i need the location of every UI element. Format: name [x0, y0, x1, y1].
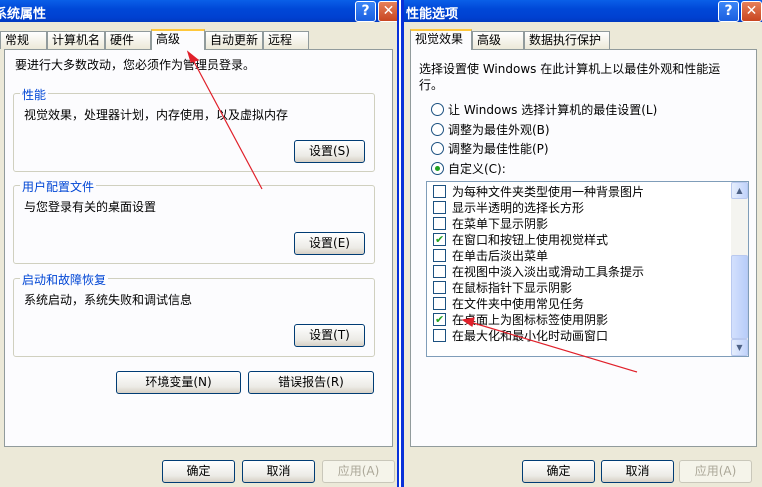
apply-button[interactable]: 应用(A): [679, 460, 752, 483]
startup-recovery-description: 系统启动，系统失败和调试信息: [24, 293, 193, 307]
list-item-label: 在最大化和最小化时动画窗口: [452, 329, 609, 343]
list-item-label: 在菜单下显示阴影: [452, 217, 549, 231]
system-properties-window: 系统属性 ? ✕ 常规 计算机名 硬件 高级 自动更新 远程 要进行大多数改动，…: [0, 0, 399, 487]
radio-best-performance[interactable]: 调整为最佳性能(P): [431, 141, 549, 157]
checkbox[interactable]: [433, 217, 446, 230]
help-button[interactable]: ?: [718, 1, 739, 22]
checkbox[interactable]: [433, 265, 446, 278]
apply-button[interactable]: 应用(A): [322, 460, 395, 483]
radio-let-windows-choose[interactable]: 让 Windows 选择计算机的最佳设置(L): [431, 102, 657, 118]
tab-advanced[interactable]: 高级: [151, 29, 205, 50]
radio-button[interactable]: [431, 142, 444, 155]
scrollbar-thumb[interactable]: [731, 255, 748, 339]
list-item[interactable]: 在视图中淡入淡出或滑动工具条提示: [433, 264, 644, 280]
radio-button-selected[interactable]: [431, 162, 444, 175]
window-title: 性能选项: [406, 7, 459, 22]
performance-group: 性能 视觉效果，处理器计划，内存使用，以及虚拟内存 设置(S): [13, 86, 375, 172]
list-item[interactable]: 在文件夹中使用常见任务: [433, 296, 584, 312]
list-item-label: 在鼠标指针下显示阴影: [452, 281, 573, 295]
checkbox[interactable]: [433, 329, 446, 342]
user-profiles-group: 用户配置文件 与您登录有关的桌面设置 设置(E): [13, 178, 375, 264]
admin-notice: 要进行大多数改动，您必须作为管理员登录。: [15, 58, 256, 72]
advanced-panel: 要进行大多数改动，您必须作为管理员登录。 性能 视觉效果，处理器计划，内存使用，…: [4, 49, 393, 447]
startup-recovery-group: 启动和故障恢复 系统启动，系统失败和调试信息 设置(T): [13, 271, 375, 357]
radio-button[interactable]: [431, 123, 444, 136]
close-button[interactable]: ✕: [741, 1, 762, 22]
startup-recovery-group-title: 启动和故障恢复: [20, 271, 109, 288]
list-item[interactable]: 在最大化和最小化时动画窗口: [433, 328, 608, 344]
performance-description: 视觉效果，处理器计划，内存使用，以及虚拟内存: [24, 108, 289, 122]
ok-button[interactable]: 确定: [162, 460, 235, 483]
list-item-label: 在窗口和按钮上使用视觉样式: [452, 233, 609, 247]
radio-label: 调整为最佳性能(P): [448, 142, 549, 156]
list-item[interactable]: 在窗口和按钮上使用视觉样式: [433, 232, 608, 248]
list-item-label: 在单击后淡出菜单: [452, 249, 549, 263]
list-item[interactable]: 在菜单下显示阴影: [433, 216, 548, 232]
checkbox[interactable]: [433, 185, 446, 198]
visual-effects-panel: 选择设置使 Windows 在此计算机上以最佳外观和性能运 行。 让 Windo…: [410, 49, 757, 447]
checkbox-checked[interactable]: [433, 312, 446, 328]
list-item-label: 在视图中淡入淡出或滑动工具条提示: [452, 265, 645, 279]
list-item[interactable]: 显示半透明的选择长方形: [433, 200, 584, 216]
performance-options-window: 性能选项 ? ✕ 视觉效果 高级 数据执行保护 选择设置使 Windows 在此…: [401, 0, 762, 487]
performance-group-title: 性能: [20, 86, 49, 103]
list-item-label: 为每种文件夹类型使用一种背景图片: [452, 185, 645, 199]
title-bar[interactable]: 系统属性 ? ✕: [0, 0, 397, 22]
list-item-label: 在文件夹中使用常见任务: [452, 297, 585, 311]
window-title: 系统属性: [0, 7, 47, 22]
checkbox-checked[interactable]: [433, 232, 446, 248]
visual-effects-list[interactable]: 为每种文件夹类型使用一种背景图片 显示半透明的选择长方形 在菜单下显示阴影 在窗…: [426, 181, 749, 357]
checkbox[interactable]: [433, 249, 446, 262]
cancel-button[interactable]: 取消: [242, 460, 315, 483]
scroll-down-arrow-icon[interactable]: ▼: [731, 339, 748, 356]
radio-button[interactable]: [431, 103, 444, 116]
title-bar[interactable]: 性能选项 ? ✕: [404, 0, 762, 22]
user-profiles-settings-button[interactable]: 设置(E): [294, 232, 365, 255]
radio-best-appearance[interactable]: 调整为最佳外观(B): [431, 122, 550, 138]
performance-settings-button[interactable]: 设置(S): [294, 140, 365, 163]
startup-recovery-settings-button[interactable]: 设置(T): [294, 324, 365, 347]
user-profiles-group-title: 用户配置文件: [20, 178, 97, 195]
cancel-button[interactable]: 取消: [601, 460, 674, 483]
list-item[interactable]: 在单击后淡出菜单: [433, 248, 548, 264]
radio-label: 调整为最佳外观(B): [448, 123, 550, 137]
environment-variables-button[interactable]: 环境变量(N): [116, 371, 241, 394]
user-profiles-description: 与您登录有关的桌面设置: [24, 200, 157, 214]
tab-automatic-updates[interactable]: 自动更新: [205, 31, 263, 49]
tab-remote[interactable]: 远程: [263, 31, 309, 49]
tab-computer-name[interactable]: 计算机名: [47, 31, 105, 49]
radio-label: 让 Windows 选择计算机的最佳设置(L): [448, 103, 658, 117]
checkbox[interactable]: [433, 297, 446, 310]
list-item-label: 在桌面上为图标标签使用阴影: [452, 313, 609, 327]
error-reporting-button[interactable]: 错误报告(R): [248, 371, 374, 394]
tab-general[interactable]: 常规: [0, 31, 47, 49]
intro-text-line1: 选择设置使 Windows 在此计算机上以最佳外观和性能运: [419, 62, 721, 76]
vertical-scrollbar[interactable]: ▲ ▼: [731, 182, 748, 356]
list-item-label: 显示半透明的选择长方形: [452, 201, 585, 215]
checkbox[interactable]: [433, 201, 446, 214]
list-item[interactable]: 在鼠标指针下显示阴影: [433, 280, 572, 296]
ok-button[interactable]: 确定: [522, 460, 595, 483]
close-button[interactable]: ✕: [378, 1, 397, 22]
list-item[interactable]: 在桌面上为图标标签使用阴影: [433, 312, 608, 328]
radio-custom[interactable]: 自定义(C):: [431, 161, 506, 177]
tab-data-execution-prevention[interactable]: 数据执行保护: [524, 31, 610, 49]
radio-label: 自定义(C):: [448, 162, 506, 176]
list-item[interactable]: 为每种文件夹类型使用一种背景图片: [433, 184, 644, 200]
help-button[interactable]: ?: [355, 1, 376, 22]
checkbox[interactable]: [433, 281, 446, 294]
tab-hardware[interactable]: 硬件: [105, 31, 151, 49]
scroll-up-arrow-icon[interactable]: ▲: [731, 182, 748, 199]
tab-advanced[interactable]: 高级: [472, 31, 524, 49]
intro-text-line2: 行。: [419, 78, 444, 92]
tab-visual-effects[interactable]: 视觉效果: [410, 29, 472, 50]
